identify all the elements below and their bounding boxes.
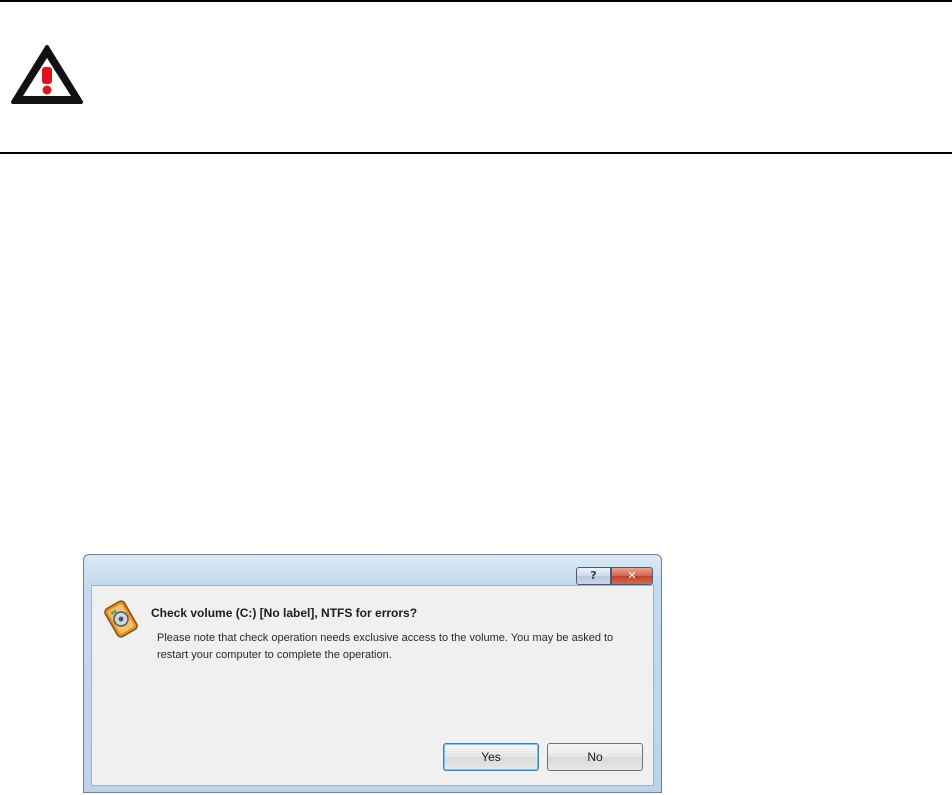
yes-button[interactable]: Yes	[443, 743, 539, 771]
dialog-body: Check volume (C:) [No label], NTFS for e…	[91, 585, 654, 786]
check-volume-icon	[104, 600, 138, 638]
warning-triangle-icon	[11, 45, 83, 104]
dialog-titlebar: ? ✕	[84, 555, 661, 585]
top-rule	[0, 0, 952, 2]
dialog-title: Check volume (C:) [No label], NTFS for e…	[151, 606, 418, 620]
bottom-rule	[0, 152, 952, 154]
dialog-message: Please note that check operation needs e…	[157, 632, 614, 661]
close-button[interactable]: ✕	[611, 567, 653, 585]
no-button[interactable]: No	[547, 743, 643, 771]
check-volume-dialog: ? ✕ Check volume (C:) [No label], NTFS f…	[83, 554, 662, 793]
help-button[interactable]: ?	[576, 567, 611, 585]
